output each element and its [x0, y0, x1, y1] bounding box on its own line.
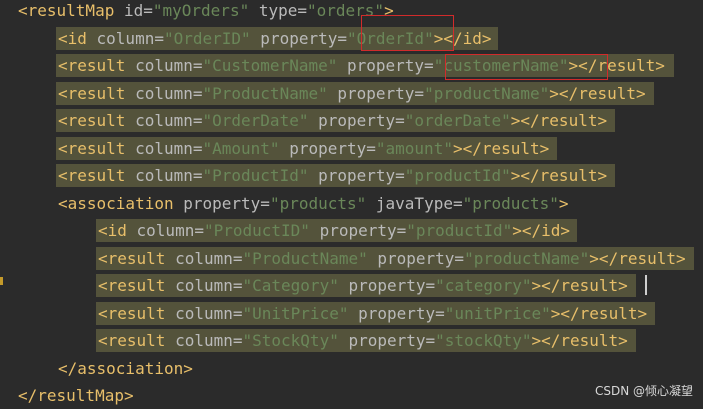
- code-token-tag: <result: [58, 56, 136, 75]
- code-line[interactable]: <result column= "Category" property= "cate…: [98, 272, 628, 299]
- code-token-val: "ProductName": [242, 248, 368, 268]
- code-token-val: "myOrders": [152, 1, 250, 20]
- code-line[interactable]: <result column= "ProductName" property= "p…: [58, 80, 646, 107]
- code-token-attr: column=: [135, 83, 203, 103]
- code-token-attr: property=: [308, 111, 405, 130]
- code-token-tag: ></id>: [512, 221, 571, 240]
- code-line[interactable]: <resultMap id= "myOrders" type= "orders" >: [18, 0, 394, 24]
- code-token-tag: ></result>: [510, 166, 608, 185]
- code-token-tag: <result: [98, 248, 176, 268]
- code-token-tag: ></result>: [550, 303, 648, 323]
- code-token-attr: property=: [337, 56, 434, 75]
- code-token-val: "Amount": [202, 138, 280, 158]
- code-token-val: "ProductId": [202, 166, 309, 185]
- code-token-tag: <result: [58, 83, 136, 103]
- code-token-tag: <id: [58, 28, 97, 48]
- text-cursor: [645, 275, 647, 295]
- code-token-tag: <result: [98, 331, 176, 350]
- code-token-attr: property=: [338, 331, 436, 350]
- code-line[interactable]: <result column= "UnitPrice" property= "uni…: [98, 300, 647, 327]
- code-token-val: "productId": [404, 166, 511, 185]
- code-token-attr: property=: [183, 193, 270, 213]
- code-token-tag: <association: [58, 193, 184, 213]
- code-token-attr: column=: [175, 303, 243, 323]
- code-token-attr: property=: [250, 28, 347, 48]
- code-token-tag: <result: [58, 138, 136, 158]
- code-token-val: "amount": [375, 138, 453, 158]
- code-token-attr: property=: [367, 248, 465, 268]
- code-token-tag: ></result>: [531, 331, 628, 350]
- gutter-bookmark-marker: [0, 277, 3, 285]
- csdn-watermark: CSDN @倾心凝望: [594, 384, 693, 398]
- code-token-attr: column=: [135, 138, 203, 158]
- code-token-attr: type=: [249, 1, 307, 20]
- code-token-attr: column=: [135, 56, 203, 75]
- code-token-val: "stockQty": [435, 331, 532, 350]
- code-token-attr: column=: [136, 221, 204, 240]
- code-token-tag: <result: [98, 276, 176, 295]
- code-token-val: "products": [462, 193, 559, 213]
- code-line[interactable]: <result column= "Amount" property= "amount…: [58, 135, 549, 162]
- code-token-val: "products": [269, 193, 367, 213]
- code-token-attr: property=: [309, 221, 407, 240]
- code-token-attr: property=: [308, 166, 405, 185]
- code-line[interactable]: <result column= "OrderDate" property= "ord…: [58, 107, 607, 134]
- code-token-val: "ProductID": [203, 221, 310, 240]
- code-line[interactable]: <result column= "ProductName" property= "p…: [98, 245, 686, 272]
- code-token-val: "CustomerName": [202, 56, 338, 75]
- code-token-val: "Category": [242, 276, 339, 295]
- code-token-tag: ></result>: [589, 248, 686, 268]
- code-token-val: "category": [435, 276, 532, 295]
- code-token-attr: property=: [279, 138, 376, 158]
- code-token-tag: ></result>: [510, 111, 608, 130]
- code-token-val: "productName": [464, 248, 590, 268]
- code-token-tag: >: [558, 193, 569, 213]
- code-token-tag: <result: [98, 303, 176, 323]
- code-token-val: "UnitPrice": [242, 303, 349, 323]
- code-line[interactable]: <id column= "ProductID" property= "product…: [98, 217, 570, 244]
- annotation-box-orderid: [361, 15, 454, 51]
- code-token-val: "StockQty": [242, 331, 339, 350]
- code-token-val: "productName": [424, 83, 550, 103]
- code-token-val: "productId": [406, 221, 513, 240]
- code-token-attr: property=: [338, 276, 436, 295]
- code-token-attr: javaType=: [366, 193, 463, 213]
- code-token-val: "orderDate": [404, 111, 511, 130]
- code-token-tag: <id: [98, 221, 137, 240]
- code-token-attr: column=: [175, 331, 243, 350]
- code-token-tag: ></result>: [549, 83, 646, 103]
- code-token-attr: column=: [135, 111, 203, 130]
- code-token-val: "OrderID": [163, 28, 251, 48]
- code-token-tag: <result: [58, 111, 136, 130]
- code-token-attr: property=: [348, 303, 445, 323]
- code-token-tag: ></result>: [531, 276, 628, 295]
- code-token-tag: <resultMap: [18, 1, 124, 20]
- code-token-attr: column=: [175, 248, 243, 268]
- code-token-attr: column=: [96, 28, 164, 48]
- code-token-val: "unitPrice": [444, 303, 551, 323]
- code-token-attr: property=: [327, 83, 425, 103]
- code-line[interactable]: <result column= "ProductId" property= "pro…: [58, 162, 607, 189]
- code-token-tag: </association>: [58, 358, 193, 378]
- code-token-attr: column=: [135, 166, 203, 185]
- code-line[interactable]: <association property= "products" javaTyp…: [58, 190, 569, 217]
- code-token-val: "OrderDate": [202, 111, 309, 130]
- code-token-val: "ProductName": [202, 83, 328, 103]
- code-line[interactable]: </association>: [58, 355, 193, 382]
- code-token-tag: </resultMap>: [18, 386, 134, 405]
- code-token-tag: ></result>: [452, 138, 550, 158]
- code-token-attr: id=: [123, 1, 153, 20]
- annotation-box-customername: [445, 54, 608, 80]
- code-token-tag: <result: [58, 166, 136, 185]
- code-token-attr: column=: [175, 276, 243, 295]
- code-line[interactable]: <result column= "StockQty" property= "stoc…: [98, 327, 628, 354]
